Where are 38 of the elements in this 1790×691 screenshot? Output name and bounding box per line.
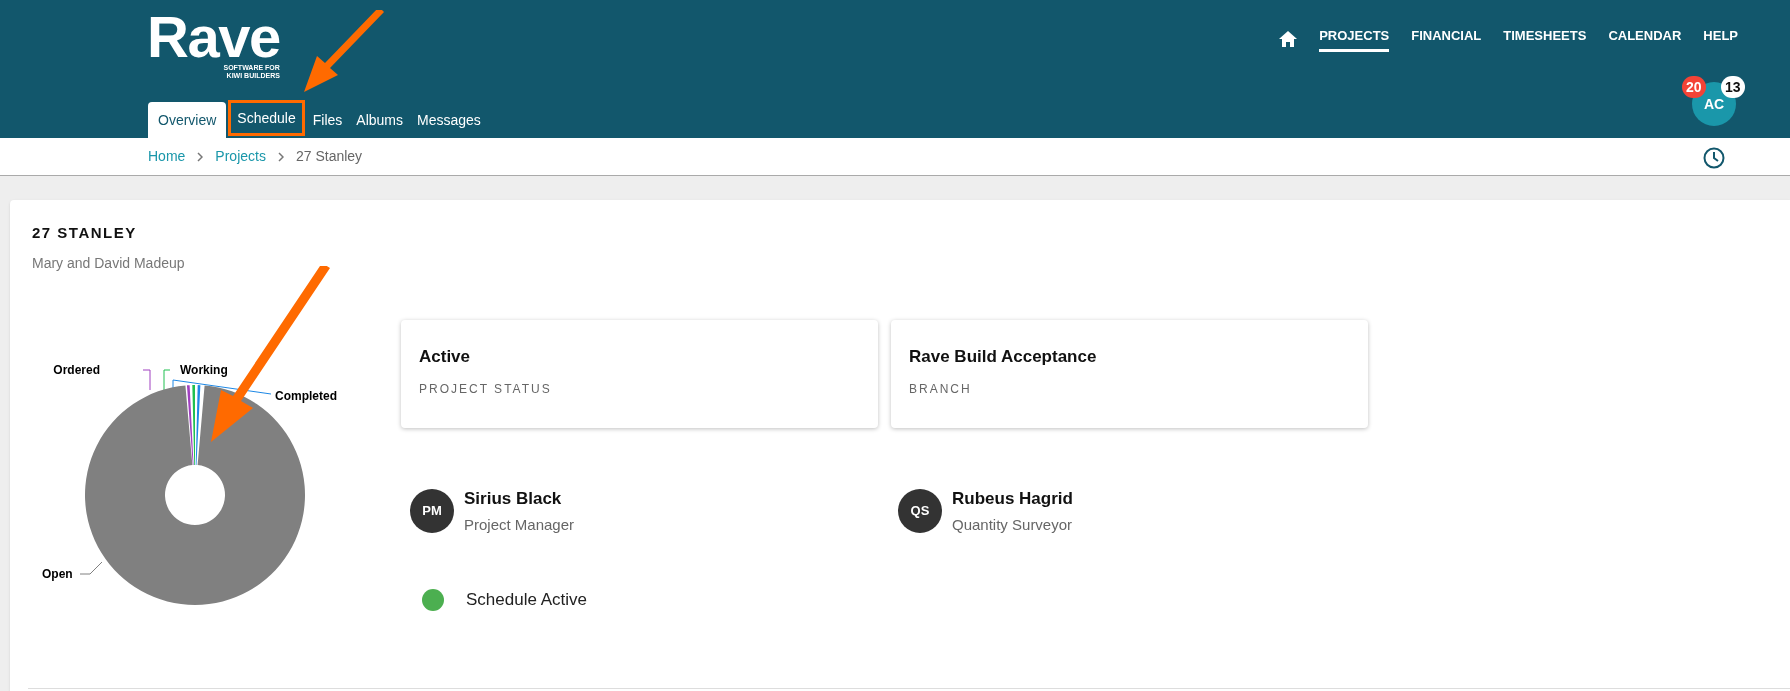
card-value: Rave Build Acceptance bbox=[909, 346, 1098, 368]
nav-link[interactable]: HELP bbox=[1703, 26, 1738, 52]
chart-label: Open bbox=[42, 567, 73, 581]
leader-line bbox=[142, 369, 151, 391]
chart-label: Ordered bbox=[53, 363, 100, 377]
chart-label: Completed bbox=[275, 389, 337, 403]
chevron-icon bbox=[277, 151, 284, 162]
schedule-status: Schedule Active bbox=[466, 589, 587, 611]
nav-link[interactable]: FINANCIAL bbox=[1411, 26, 1482, 52]
notification-badge[interactable]: 13 bbox=[1721, 76, 1745, 98]
tab[interactable]: Files bbox=[306, 102, 349, 138]
person-name: Sirius Black bbox=[464, 488, 563, 510]
tab[interactable]: Albums bbox=[350, 102, 409, 138]
breadcrumb-link[interactable]: Projects bbox=[215, 146, 266, 167]
client-name: Mary and David Madeup bbox=[32, 253, 186, 273]
chart-label: Working bbox=[180, 363, 228, 377]
person-avatar: PM bbox=[410, 489, 454, 533]
project-title: 27 STANLEY bbox=[32, 223, 138, 243]
nav-link[interactable]: CALENDAR bbox=[1608, 26, 1682, 52]
breadcrumb-link[interactable]: Home bbox=[148, 146, 186, 167]
person-role: Project Manager bbox=[464, 514, 575, 535]
breadcrumb-current: 27 Stanley bbox=[295, 147, 363, 166]
person-role: Quantity Surveyor bbox=[952, 514, 1073, 535]
nav-link[interactable]: TIMESHEETS bbox=[1503, 26, 1587, 52]
person-name: Rubeus Hagrid bbox=[952, 488, 1073, 510]
card-label: BRANCH bbox=[909, 380, 973, 398]
home-icon[interactable] bbox=[1279, 30, 1298, 47]
card-label: PROJECT STATUS bbox=[419, 380, 553, 398]
tab[interactable]: Overview bbox=[148, 102, 227, 138]
tab[interactable]: Messages bbox=[411, 102, 487, 138]
clock-icon[interactable] bbox=[1703, 147, 1725, 169]
notification-badge[interactable]: 20 bbox=[1682, 76, 1706, 98]
card-value: Active bbox=[419, 346, 472, 368]
person-avatar: QS bbox=[898, 489, 942, 533]
tab[interactable]: Schedule bbox=[228, 100, 305, 136]
leader-line bbox=[79, 561, 103, 575]
nav-link[interactable]: PROJECTS bbox=[1319, 26, 1390, 52]
chevron-icon bbox=[197, 151, 204, 162]
